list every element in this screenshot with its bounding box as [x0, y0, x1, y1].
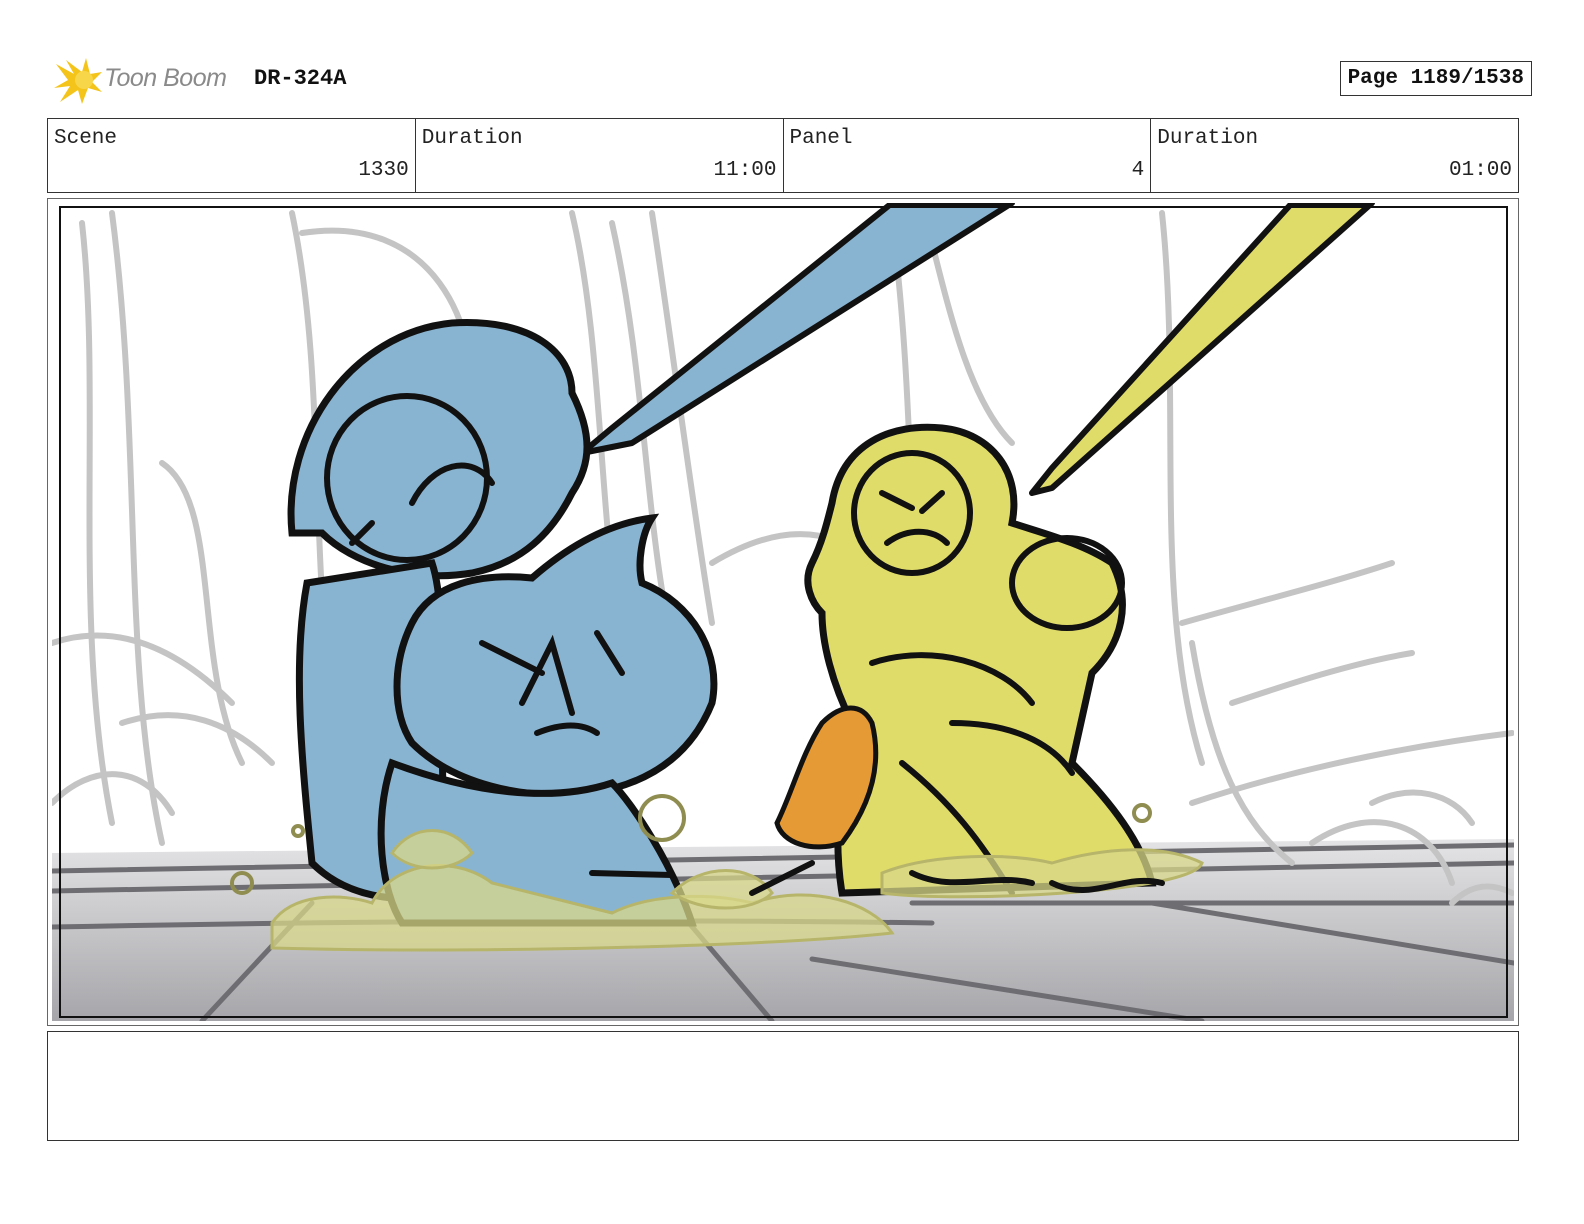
document-id: DR-324A [254, 66, 347, 91]
scene-value: 1330 [358, 159, 409, 182]
panel-sketch [52, 203, 1514, 1021]
panel-notes-box[interactable] [47, 1031, 1519, 1141]
scene-info-table: Scene 1330 Duration 11:00 Panel 4 Durati… [47, 118, 1519, 193]
scene-duration-value: 11:00 [713, 159, 777, 182]
scene-duration-label: Duration [421, 127, 523, 150]
panel-label: Panel [789, 127, 853, 150]
logo-text: Toon Boom [104, 64, 227, 92]
panel-duration-cell: Duration 01:00 [1151, 119, 1518, 192]
storyboard-header: Toon Boom DR-324A Page 1189/1538 [52, 56, 1532, 106]
starburst-icon [54, 58, 102, 104]
storyboard-panel-frame [47, 198, 1519, 1026]
scene-cell: Scene 1330 [48, 119, 416, 192]
panel-value: 4 [1131, 159, 1145, 182]
toon-boom-logo: Toon Boom [52, 56, 242, 106]
scene-label: Scene [54, 127, 118, 150]
page-counter: Page 1189/1538 [1339, 61, 1532, 96]
panel-cell: Panel 4 [784, 119, 1152, 192]
panel-duration-value: 01:00 [1448, 159, 1512, 182]
panel-drawing [52, 203, 1514, 1021]
panel-duration-label: Duration [1157, 127, 1259, 150]
scene-duration-cell: Duration 11:00 [416, 119, 784, 192]
